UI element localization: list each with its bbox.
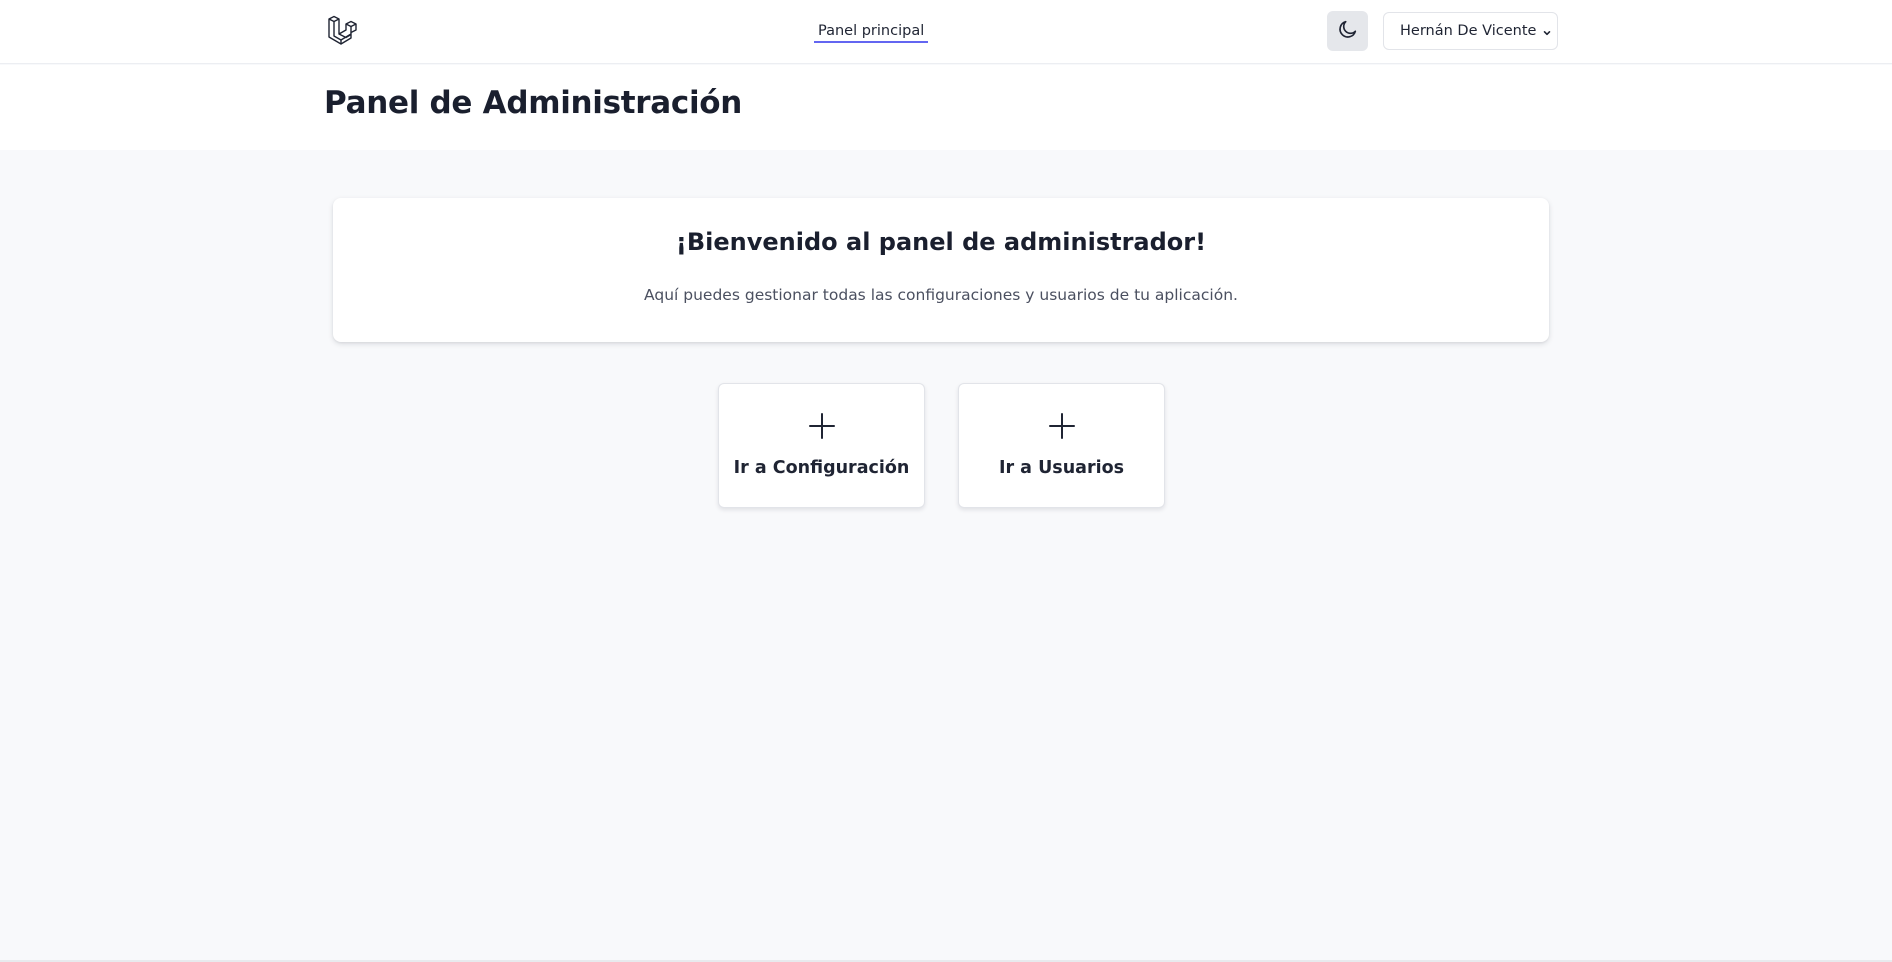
theme-toggle-button[interactable] [1327, 11, 1368, 51]
welcome-text: Aquí puedes gestionar todas las configur… [644, 286, 1238, 304]
go-to-users-button[interactable]: Ir a Usuarios [958, 383, 1165, 508]
laravel-logo-icon[interactable] [327, 14, 363, 50]
go-to-configuration-button[interactable]: Ir a Configuración [718, 383, 925, 508]
moon-icon [1337, 18, 1359, 44]
configuration-card-label: Ir a Configuración [733, 458, 910, 478]
plus-icon [808, 412, 836, 440]
nav-link-panel-principal[interactable]: Panel principal [814, 0, 929, 64]
plus-icon [1048, 412, 1076, 440]
page-header: Panel de Administración [0, 65, 1892, 150]
active-nav-indicator [814, 41, 929, 43]
welcome-card: ¡Bienvenido al panel de administrador! A… [333, 198, 1549, 342]
user-name: Hernán De Vicente [1400, 23, 1537, 39]
chevron-down-icon [1542, 26, 1552, 36]
top-navigation: Panel principal Hernán De Vicente [0, 0, 1892, 64]
page-title: Panel de Administración [324, 85, 743, 121]
nav-link-label: Panel principal [818, 23, 925, 39]
users-card-label: Ir a Usuarios [998, 458, 1125, 478]
welcome-title: ¡Bienvenido al panel de administrador! [675, 228, 1207, 256]
user-menu-dropdown[interactable]: Hernán De Vicente [1383, 12, 1558, 50]
